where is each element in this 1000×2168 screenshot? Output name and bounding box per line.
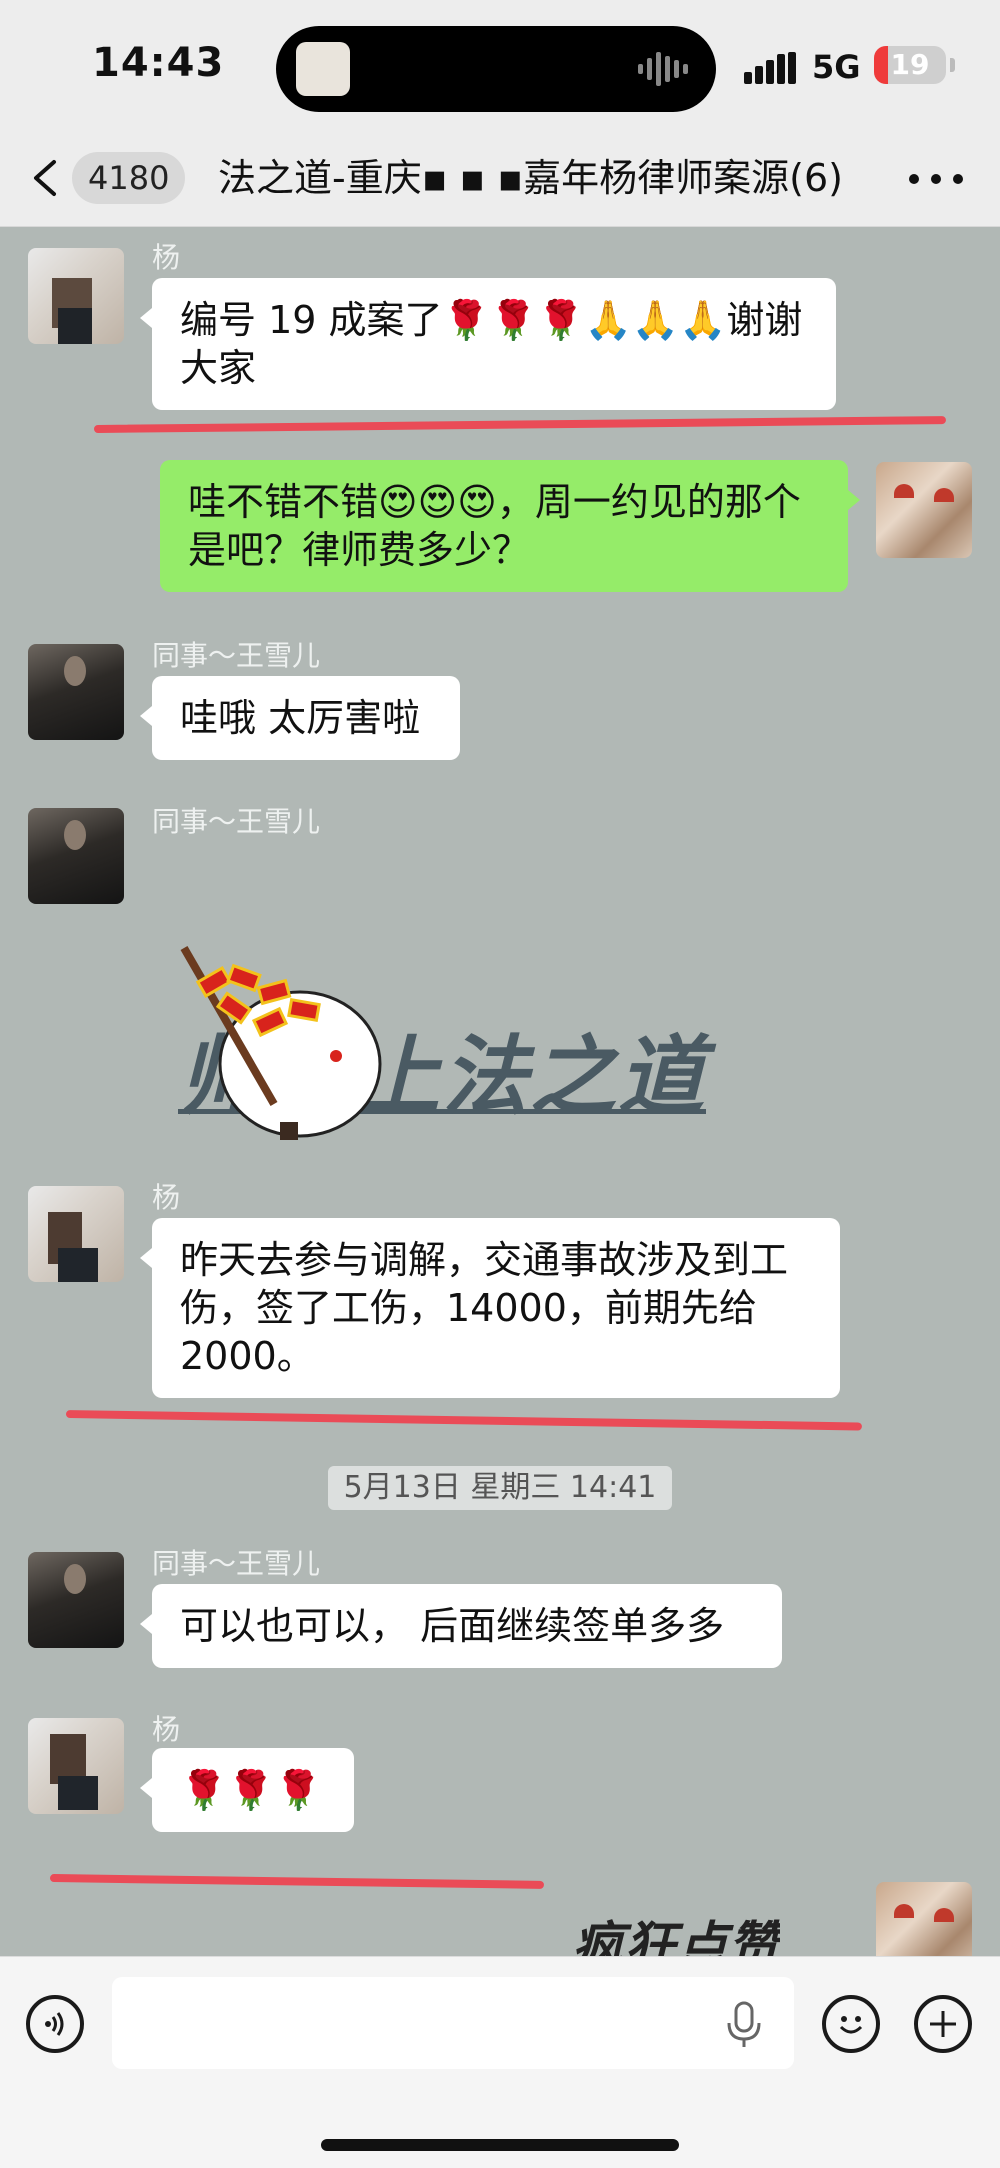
battery-icon: 19 [874, 46, 946, 84]
avatar[interactable] [28, 808, 124, 904]
network-type: 5G [812, 48, 861, 86]
sender-name: 同事～王雪儿 [152, 1547, 321, 1580]
plus-sign-icon [930, 2011, 956, 2037]
smile-face-icon [839, 2016, 863, 2034]
sticker-text[interactable]: 疯狂点赞 [572, 1904, 780, 1956]
avatar[interactable] [28, 644, 124, 740]
timestamp: 5月13日 星期三 14:41 [328, 1466, 672, 1510]
avatar[interactable] [28, 1552, 124, 1648]
status-time: 14:43 [92, 40, 225, 86]
message-bubble-self[interactable]: 哇不错不错😍😍😍，周一约见的那个是吧？律师费多少？ [160, 460, 860, 592]
message-bubble[interactable]: 🌹🌹🌹 [140, 1748, 354, 1832]
home-indicator[interactable] [321, 2139, 679, 2151]
voice-wave-icon [45, 2012, 64, 2036]
sender-name: 杨 [152, 1181, 181, 1214]
more-dots-icon[interactable] [906, 172, 966, 186]
message-input[interactable] [112, 1977, 794, 2069]
sender-name: 杨 [152, 1713, 181, 1746]
signal-icon [744, 52, 796, 84]
sender-name: 同事～王雪儿 [152, 639, 321, 672]
avatar[interactable] [28, 1718, 124, 1814]
dynamic-island[interactable] [276, 26, 716, 112]
firecracker-sticker-icon[interactable] [170, 944, 390, 1144]
sender-name: 同事～王雪儿 [152, 805, 321, 838]
message-bubble[interactable]: 可以也可以， 后面继续签单多多 [140, 1584, 782, 1668]
annotation-underline [93, 416, 946, 433]
audio-wave-icon [638, 52, 688, 86]
avatar[interactable] [28, 248, 124, 344]
chat-title[interactable]: 法之道-重庆▪ ▪ ▪嘉年杨律师案源(6) [218, 152, 878, 204]
battery-tip [950, 58, 955, 72]
message-bubble[interactable]: 哇哦 太厉害啦 [140, 676, 460, 760]
avatar-self[interactable] [876, 462, 972, 558]
voice-icon[interactable] [26, 1995, 84, 2053]
message-bubble[interactable]: 昨天去参与调解，交通事故涉及到工伤，签了工伤，14000，前期先给2000。 [140, 1218, 840, 1398]
plus-icon[interactable] [914, 1995, 972, 2053]
media-thumbnail-icon [296, 42, 350, 96]
avatar[interactable] [28, 1186, 124, 1282]
input-bar [0, 1956, 1000, 2168]
annotation-underline [65, 1410, 862, 1431]
message-bubble[interactable]: 编号 19 成案了🌹🌹🌹🙏🙏🙏谢谢大家 [140, 278, 836, 410]
battery-percent: 19 [890, 48, 930, 81]
mic-icon[interactable] [724, 2001, 764, 2049]
sender-name: 杨 [152, 241, 181, 274]
annotation-underline [49, 1874, 545, 1889]
emoji-icon[interactable] [822, 1995, 880, 2053]
chevron-left-icon[interactable] [30, 158, 60, 198]
unread-count-badge[interactable]: 4180 [72, 152, 186, 204]
status-bar: 14:43 5G 19 [0, 0, 1000, 130]
chat-header: 4180 法之道-重庆▪ ▪ ▪嘉年杨律师案源(6) [0, 130, 1000, 227]
